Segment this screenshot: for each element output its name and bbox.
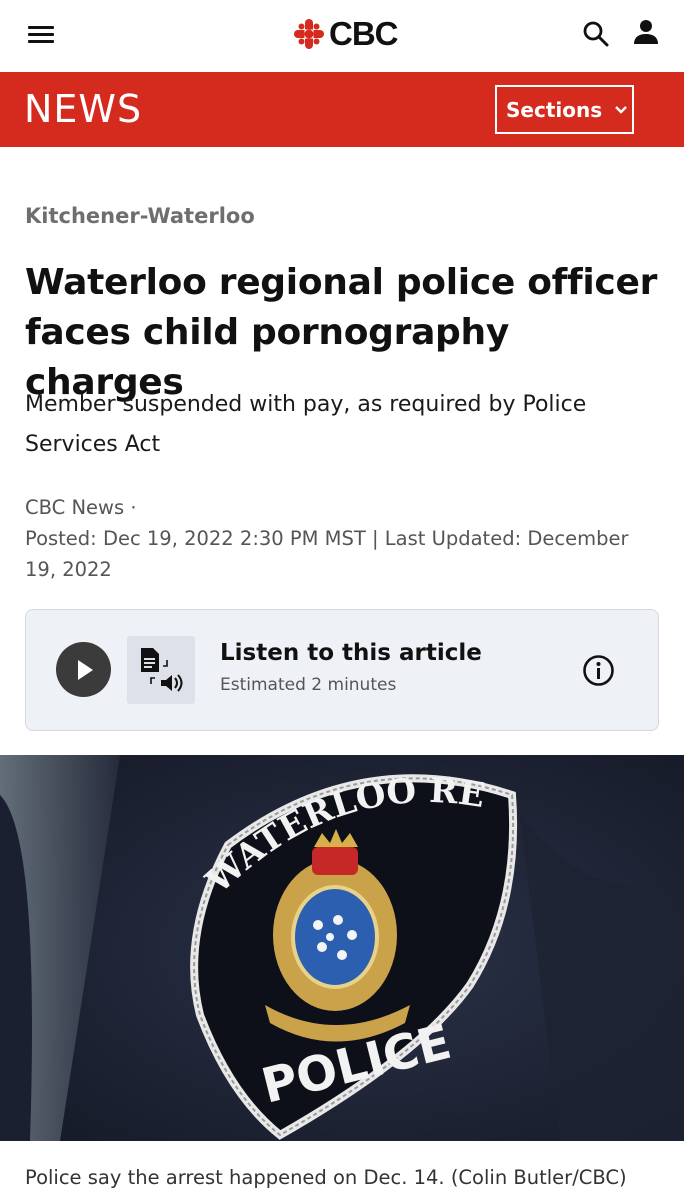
news-label[interactable]: NEWS — [24, 86, 142, 132]
listen-estimated-time: Estimated 2 minutes — [220, 675, 397, 695]
play-icon[interactable] — [56, 642, 111, 697]
sections-label: Sections — [506, 97, 603, 122]
cbc-logo[interactable]: CBC — [294, 16, 398, 52]
search-icon[interactable] — [582, 20, 610, 48]
listen-title: Listen to this article — [220, 640, 482, 666]
info-icon[interactable] — [582, 654, 615, 687]
photo-caption: Police say the arrest happened on Dec. 1… — [25, 1166, 627, 1189]
byline-source: CBC News · — [25, 496, 137, 519]
police-patch-image: WATERLOO REGIONAL POLICE — [0, 755, 684, 1141]
category-link[interactable]: Kitchener-Waterloo — [25, 204, 255, 228]
user-icon[interactable] — [632, 18, 660, 46]
article-deck: Member suspended with pay, as required b… — [25, 392, 587, 457]
listen-to-article-card: Listen to this article Estimated 2 minut… — [25, 609, 659, 731]
chevron-down-icon — [615, 105, 627, 114]
news-section-bar: NEWS Sections — [0, 72, 684, 147]
text-to-speech-icon — [127, 636, 195, 704]
hamburger-menu-icon[interactable] — [26, 22, 56, 48]
logo-text: CBC — [329, 15, 398, 52]
top-bar: CBC — [0, 0, 684, 72]
byline-dates: Posted: Dec 19, 2022 2:30 PM MST | Last … — [25, 527, 629, 581]
article-photo[interactable]: WATERLOO REGIONAL POLICE — [0, 755, 684, 1141]
sections-button[interactable]: Sections — [495, 85, 634, 134]
byline: CBC News · Posted: Dec 19, 2022 2:30 PM … — [25, 492, 655, 585]
cbc-gem-icon — [294, 19, 324, 49]
